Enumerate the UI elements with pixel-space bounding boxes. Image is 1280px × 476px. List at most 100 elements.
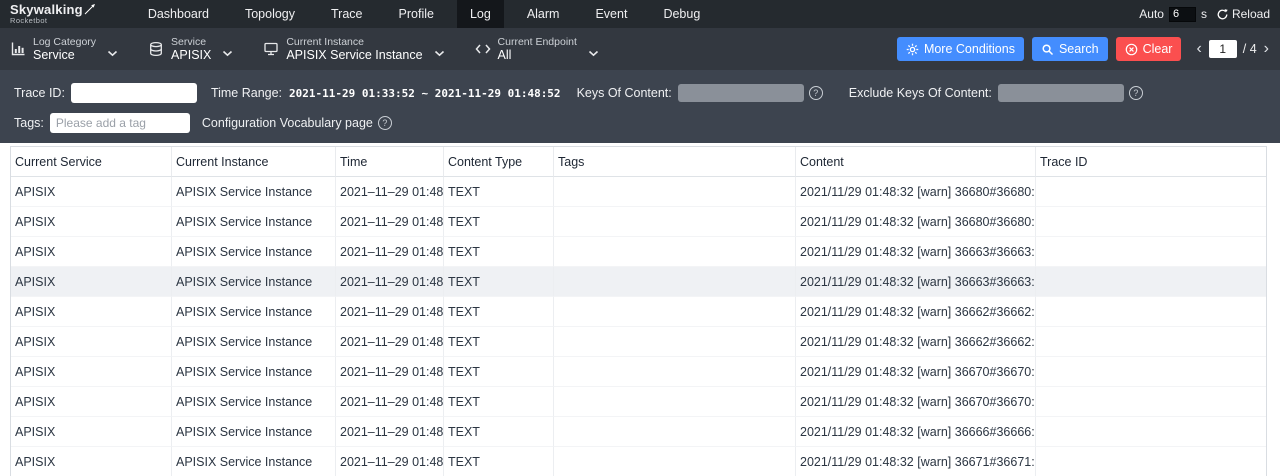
cell-content-type: TEXT (444, 177, 554, 207)
tags-input[interactable] (50, 113, 190, 133)
more-conditions-label: More Conditions (924, 42, 1015, 56)
selector-log-category[interactable]: Log Category Service (10, 36, 118, 62)
cell-instance: APISIX Service Instance (172, 447, 336, 476)
cell-content: 2021/11/29 01:48:32 [warn] 36662#36662: … (796, 327, 1036, 357)
cell-tags (554, 357, 796, 387)
cell-service: APISIX (11, 357, 172, 387)
exclude-keys-input[interactable] (998, 84, 1124, 102)
cell-content-type: TEXT (444, 447, 554, 476)
logo-title: Skywalking (10, 3, 83, 16)
nav-item-profile[interactable]: Profile (386, 0, 447, 28)
keys-of-content-input[interactable] (678, 84, 804, 102)
nav-item-debug[interactable]: Debug (650, 0, 713, 28)
table-row[interactable]: APISIX APISIX Service Instance 2021–11–2… (11, 447, 1266, 476)
search-label: Search (1059, 42, 1099, 56)
reload-button[interactable]: Reload (1216, 7, 1270, 21)
cell-content: 2021/11/29 01:48:32 [warn] 36670#36670: … (796, 357, 1036, 387)
table-body: APISIX APISIX Service Instance 2021–11–2… (11, 177, 1266, 476)
col-current-service: Current Service (11, 147, 172, 177)
time-range-label: Time Range: (211, 86, 282, 100)
table-row[interactable]: APISIX APISIX Service Instance 2021–11–2… (11, 327, 1266, 357)
exclude-keys-label: Exclude Keys Of Content: (849, 86, 992, 100)
cell-instance: APISIX Service Instance (172, 207, 336, 237)
nav-item-topology[interactable]: Topology (232, 0, 308, 28)
gear-icon (906, 43, 919, 56)
keys-of-content-label: Keys Of Content: (577, 86, 672, 100)
trace-id-input[interactable] (71, 83, 197, 103)
cell-service: APISIX (11, 417, 172, 447)
col-trace-id: Trace ID (1036, 147, 1266, 177)
more-conditions-button[interactable]: More Conditions (897, 37, 1024, 61)
trace-id-label: Trace ID: (14, 86, 65, 100)
search-button[interactable]: Search (1032, 37, 1108, 61)
selector-current-instance[interactable]: Current Instance APISIX Service Instance (263, 36, 444, 62)
col-tags: Tags (554, 147, 796, 177)
table-row[interactable]: APISIX APISIX Service Instance 2021–11–2… (11, 237, 1266, 267)
help-icon[interactable]: ? (809, 86, 823, 100)
cell-instance: APISIX Service Instance (172, 177, 336, 207)
conditions-panel: Trace ID: Time Range: 2021-11-29 01:33:5… (0, 70, 1280, 143)
cell-tags (554, 237, 796, 267)
table-row[interactable]: APISIX APISIX Service Instance 2021–11–2… (11, 267, 1266, 297)
nav-item-log[interactable]: Log (457, 0, 504, 28)
conditions-row-1: Trace ID: Time Range: 2021-11-29 01:33:5… (14, 82, 1266, 104)
cell-service: APISIX (11, 327, 172, 357)
table-row[interactable]: APISIX APISIX Service Instance 2021–11–2… (11, 297, 1266, 327)
table-row[interactable]: APISIX APISIX Service Instance 2021–11–2… (11, 357, 1266, 387)
cell-content: 2021/11/29 01:48:32 [warn] 36666#36666: … (796, 417, 1036, 447)
page-input[interactable]: 1 (1209, 40, 1237, 58)
cell-service: APISIX (11, 447, 172, 476)
cell-content: 2021/11/29 01:48:32 [warn] 36671#36671: … (796, 447, 1036, 476)
reload-icon (1216, 8, 1229, 21)
search-icon (1041, 43, 1054, 56)
table-row[interactable]: APISIX APISIX Service Instance 2021–11–2… (11, 177, 1266, 207)
cell-tags (554, 267, 796, 297)
table-row[interactable]: APISIX APISIX Service Instance 2021–11–2… (11, 207, 1266, 237)
cell-time: 2021–11–29 01:48:52 (336, 297, 444, 327)
cell-trace-id (1036, 447, 1266, 476)
reload-label: Reload (1232, 7, 1270, 21)
database-icon (148, 41, 164, 57)
cell-content-type: TEXT (444, 207, 554, 237)
nav-item-event[interactable]: Event (582, 0, 640, 28)
cell-instance: APISIX Service Instance (172, 267, 336, 297)
nav-item-alarm[interactable]: Alarm (514, 0, 573, 28)
top-nav: Skywalking Rocketbot Dashboard Topology … (0, 0, 1280, 28)
selector-label: Log Category (33, 36, 96, 48)
cell-service: APISIX (11, 237, 172, 267)
clear-button[interactable]: Clear (1116, 37, 1182, 61)
cell-tags (554, 447, 796, 476)
nav-item-trace[interactable]: Trace (318, 0, 376, 28)
conditions-row-2: Tags: Configuration Vocabulary page ? (14, 112, 1266, 134)
prev-page-button[interactable]: ‹ (1195, 41, 1202, 57)
cell-trace-id (1036, 177, 1266, 207)
auto-interval-input[interactable]: 6 (1169, 7, 1196, 22)
vocabulary-link[interactable]: Configuration Vocabulary page (202, 116, 373, 130)
chevron-down-icon (222, 50, 233, 57)
pagination: ‹ 1 / 4 › (1195, 40, 1270, 58)
selector-value: Service (33, 48, 96, 62)
auto-label: Auto (1139, 7, 1164, 21)
help-icon[interactable]: ? (1129, 86, 1143, 100)
cell-time: 2021–11–29 01:48:52 (336, 357, 444, 387)
cell-time: 2021–11–29 01:48:52 (336, 447, 444, 476)
help-icon[interactable]: ? (378, 116, 392, 130)
cell-time: 2021–11–29 01:48:52 (336, 207, 444, 237)
col-time: Time (336, 147, 444, 177)
cell-time: 2021–11–29 01:48:52 (336, 327, 444, 357)
cell-service: APISIX (11, 267, 172, 297)
selector-current-endpoint[interactable]: Current Endpoint All (475, 36, 599, 62)
chevron-down-icon (588, 50, 599, 57)
table-row[interactable]: APISIX APISIX Service Instance 2021–11–2… (11, 417, 1266, 447)
cell-tags (554, 327, 796, 357)
cell-content-type: TEXT (444, 357, 554, 387)
col-current-instance: Current Instance (172, 147, 336, 177)
cell-instance: APISIX Service Instance (172, 297, 336, 327)
cell-instance: APISIX Service Instance (172, 237, 336, 267)
next-page-button[interactable]: › (1263, 41, 1270, 57)
nav-item-dashboard[interactable]: Dashboard (135, 0, 222, 28)
table-row[interactable]: APISIX APISIX Service Instance 2021–11–2… (11, 387, 1266, 417)
selector-service[interactable]: Service APISIX (148, 36, 233, 62)
logo-subtitle: Rocketbot (10, 17, 96, 25)
cell-trace-id (1036, 237, 1266, 267)
